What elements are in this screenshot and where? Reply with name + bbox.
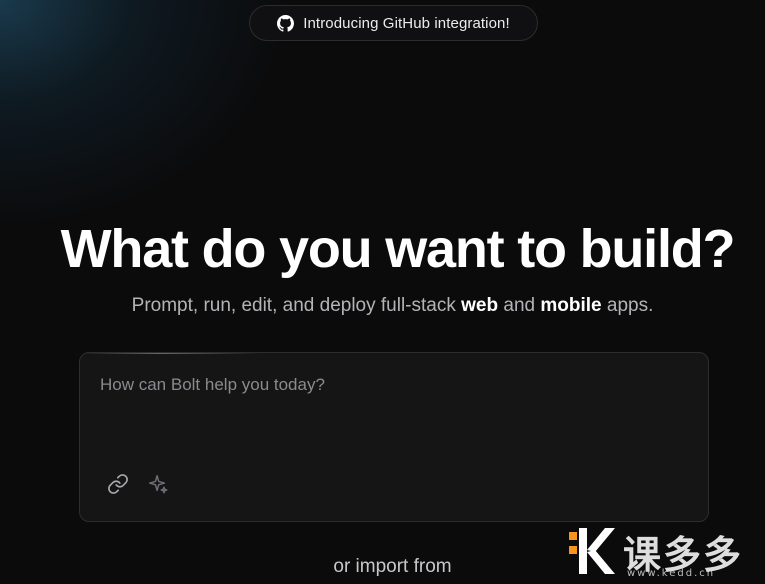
subtitle-middle: and — [498, 295, 541, 316]
sparkles-icon — [147, 473, 169, 498]
link-icon — [107, 473, 129, 498]
subtitle-mobile: mobile — [540, 295, 602, 316]
page-subtitle: Prompt, run, edit, and deploy full-stack… — [0, 295, 765, 317]
subtitle-suffix: apps. — [601, 295, 654, 316]
watermark-logo: 课多多 www.kedd.cn — [559, 524, 759, 580]
page: Introducing GitHub integration! What do … — [0, 0, 765, 584]
github-integration-announcement[interactable]: Introducing GitHub integration! — [249, 5, 538, 41]
k-logo-icon — [569, 528, 615, 574]
subtitle-web: web — [461, 295, 499, 316]
subtitle-prefix: Prompt, run, edit, and deploy full-stack — [131, 295, 462, 316]
prompt-input[interactable] — [100, 375, 685, 435]
enhance-prompt-button[interactable] — [144, 471, 172, 499]
watermark-url: www.kedd.cn — [627, 568, 716, 579]
github-icon — [277, 14, 295, 32]
prompt-box — [79, 352, 709, 522]
attach-button[interactable] — [104, 471, 132, 499]
page-title: What do you want to build? — [60, 219, 736, 279]
announcement-label: Introducing GitHub integration! — [303, 14, 510, 32]
